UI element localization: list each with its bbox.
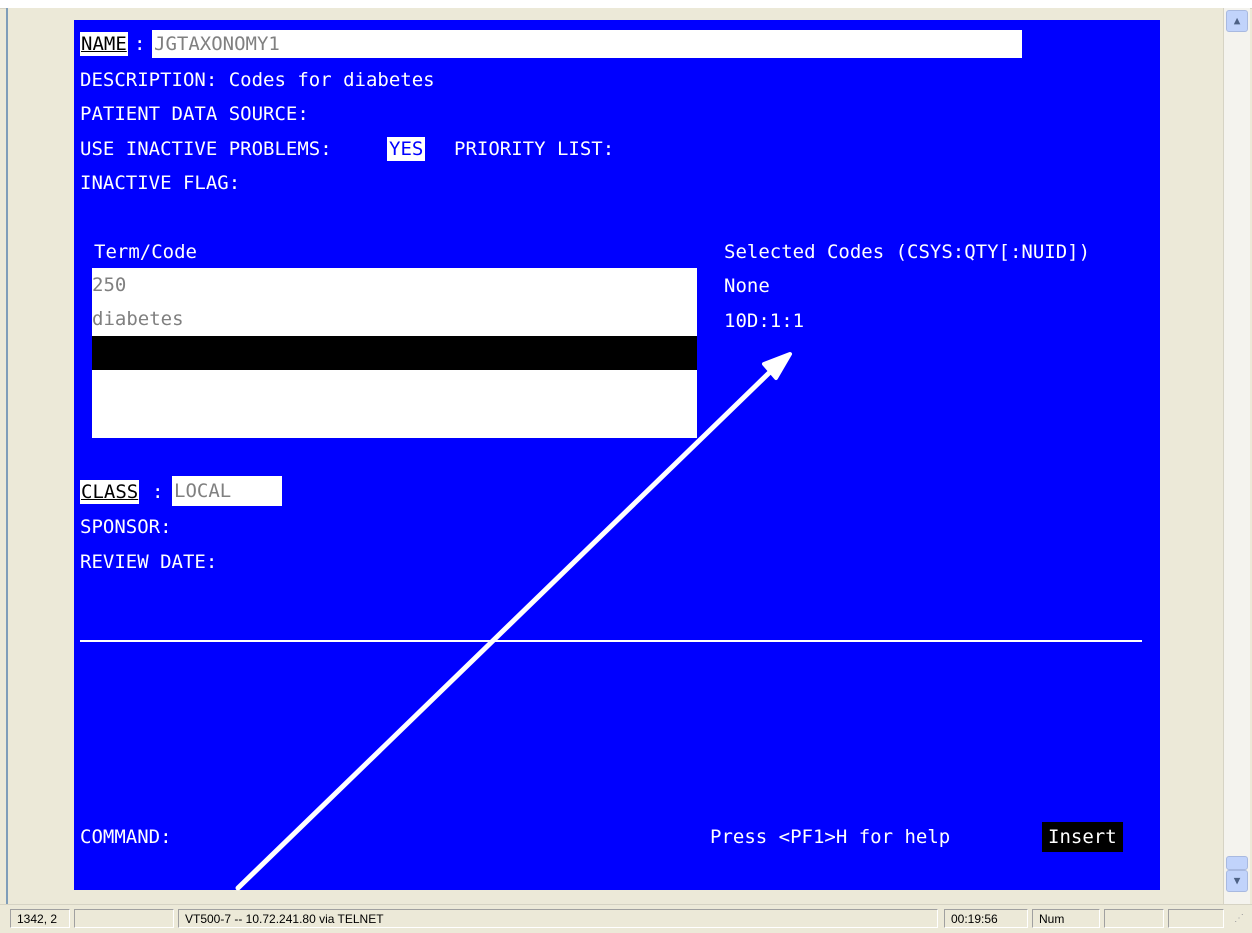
inactive-flag-label: INACTIVE FLAG: — [80, 172, 241, 194]
resize-grip-icon[interactable]: ⋰ — [1234, 913, 1248, 929]
priority-list-label: PRIORITY LIST: — [454, 138, 615, 160]
name-label: NAME — [80, 32, 128, 56]
vertical-scrollbar[interactable]: ▲ ▼ — [1223, 8, 1250, 904]
down-arrow-icon[interactable]: ▼ — [1226, 870, 1248, 892]
up-arrow-icon[interactable]: ▲ — [1226, 10, 1248, 32]
description-line: DESCRIPTION: Codes for diabetes — [80, 69, 435, 91]
help-hint: Press <PF1>H for help — [710, 826, 951, 848]
status-pane-empty — [1104, 909, 1164, 928]
clock: 00:19:56 — [944, 909, 1028, 928]
name-field[interactable]: JGTAXONOMY1 — [152, 30, 1022, 58]
status-bar: 1342, 2 VT500-7 -- 10.72.241.80 via TELN… — [0, 904, 1252, 933]
class-colon: : — [152, 481, 164, 503]
sponsor-label: SPONSOR: — [80, 516, 172, 538]
review-date-label: REVIEW DATE: — [80, 551, 218, 573]
connection-info: VT500-7 -- 10.72.241.80 via TELNET — [178, 909, 938, 928]
status-pane-empty — [1168, 909, 1224, 928]
name-colon: : — [134, 33, 146, 55]
selected-code-item: None — [724, 275, 770, 297]
selected-code-item: 10D:1:1 — [724, 310, 805, 332]
list-item[interactable]: diabetes — [92, 302, 697, 336]
insert-mode-indicator: Insert — [1042, 822, 1123, 852]
selected-codes-header: Selected Codes (CSYS:QTY[:NUID]) — [724, 241, 1091, 263]
class-label: CLASS — [80, 480, 140, 504]
list-item[interactable] — [92, 370, 697, 404]
separator-line — [80, 640, 1142, 642]
command-label[interactable]: COMMAND: — [80, 825, 172, 849]
list-item[interactable]: 250 — [92, 268, 697, 302]
scroll-thumb[interactable] — [1226, 856, 1248, 870]
cursor-position: 1342, 2 — [10, 909, 70, 928]
term-code-header: Term/Code — [94, 241, 197, 263]
num-lock-indicator: Num — [1032, 909, 1100, 928]
terminal-screen[interactable]: NAME : JGTAXONOMY1 DESCRIPTION: Codes fo… — [74, 20, 1160, 890]
term-code-list[interactable]: 250 diabetes — [92, 268, 697, 438]
class-field[interactable]: LOCAL — [172, 476, 282, 506]
patient-data-source-label: PATIENT DATA SOURCE: — [80, 103, 309, 125]
use-inactive-problems-value[interactable]: YES — [387, 137, 426, 161]
status-pane-empty — [74, 909, 174, 928]
use-inactive-problems-label: USE INACTIVE PROBLEMS: — [80, 138, 332, 160]
list-item-selected[interactable] — [92, 336, 697, 370]
